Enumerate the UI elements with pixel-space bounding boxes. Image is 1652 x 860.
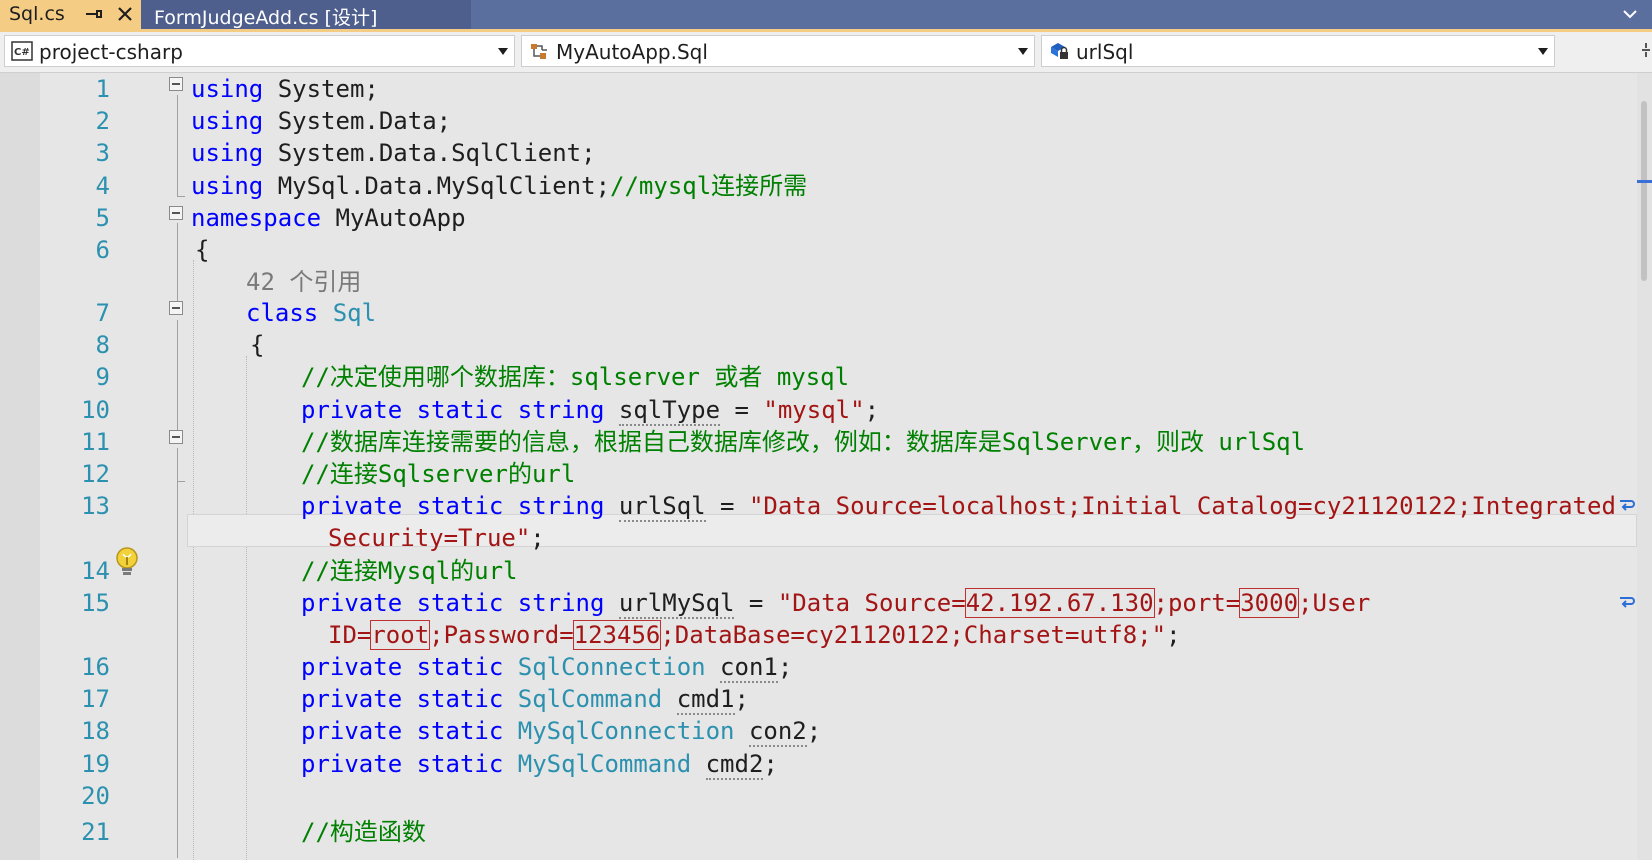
member-name: urlSql xyxy=(1076,40,1134,64)
csharp-project-icon: C# xyxy=(11,41,33,61)
code-line: { xyxy=(195,236,210,264)
tab-formjudgeadd[interactable]: FormJudgeAdd.cs [设计] xyxy=(141,0,471,29)
tab-title: FormJudgeAdd.cs [设计] xyxy=(154,7,378,29)
code-line: private static string urlSql = "Data Sou… xyxy=(301,492,1616,522)
code-text[interactable]: using System; using System.Data; using S… xyxy=(0,73,1652,860)
split-window-icon[interactable] xyxy=(1642,43,1650,57)
highlight-password: 123456 xyxy=(572,620,662,650)
pin-icon[interactable] xyxy=(85,4,103,24)
code-line: //数据库连接需要的信息，根据自己数据库修改，例如：数据库是SqlServer，… xyxy=(301,428,1306,456)
tab-sql-cs[interactable]: Sql.cs xyxy=(0,0,141,29)
close-icon[interactable] xyxy=(116,5,134,23)
code-line: //构造函数 xyxy=(301,818,426,846)
code-line: private static string sqlType = "mysql"; xyxy=(301,396,880,426)
code-line: private static string urlMySql = "Data S… xyxy=(301,588,1371,619)
code-line: using System.Data.SqlClient; xyxy=(191,139,596,167)
document-tab-strip: Sql.cs FormJudgeAdd.cs [设计] xyxy=(0,0,1652,29)
code-line: private static MySqlCommand cmd2; xyxy=(301,750,778,780)
scrollbar-caret-marker xyxy=(1637,180,1652,183)
tab-title: Sql.cs xyxy=(9,3,65,25)
field-lock-icon xyxy=(1051,43,1068,59)
navigation-bar: C# project-csharp MyAutoApp.Sql urlSql xyxy=(0,32,1652,73)
member-dropdown[interactable]: urlSql xyxy=(1041,35,1555,67)
svg-text:C#: C# xyxy=(14,47,30,58)
code-line: using System.Data; xyxy=(191,107,452,135)
code-line: namespace MyAutoApp xyxy=(191,204,466,232)
highlight-ip: 42.192.67.130 xyxy=(964,588,1155,618)
tab-overflow-dropdown-icon[interactable] xyxy=(1622,7,1638,21)
chevron-down-icon xyxy=(1018,48,1028,55)
code-line: { xyxy=(250,331,265,359)
class-icon xyxy=(531,44,547,59)
visual-studio-editor: Sql.cs FormJudgeAdd.cs [设计] C# project-c… xyxy=(0,0,1652,860)
code-line: //决定使用哪个数据库：sqlserver 或者 mysql xyxy=(301,363,850,391)
project-name: project-csharp xyxy=(39,40,183,64)
project-dropdown[interactable]: C# project-csharp xyxy=(4,35,515,67)
type-name: MyAutoApp.Sql xyxy=(556,40,708,64)
code-line: using MySql.Data.MySqlClient;//mysql连接所需 xyxy=(191,172,808,200)
code-line: //连接Sqlserver的url xyxy=(301,460,576,488)
vertical-scrollbar[interactable] xyxy=(1637,73,1652,860)
code-line: private static SqlConnection con1; xyxy=(301,653,793,683)
code-line-wrapped: Security=True"; xyxy=(328,524,545,552)
code-line: using System; xyxy=(191,75,379,103)
code-line: class Sql xyxy=(246,299,377,327)
code-editor[interactable]: 1 2 3 4 5 6 7 8 9 10 11 12 13 14 15 16 1… xyxy=(0,73,1652,860)
chevron-down-icon xyxy=(498,48,508,55)
codelens-references[interactable]: 42 个引用 xyxy=(246,265,361,299)
code-line: private static SqlCommand cmd1; xyxy=(301,685,749,715)
code-line: //连接Mysql的url xyxy=(301,557,518,585)
highlight-user: root xyxy=(370,620,431,650)
type-dropdown[interactable]: MyAutoApp.Sql xyxy=(521,35,1035,67)
highlight-port: 3000 xyxy=(1239,588,1300,618)
chevron-down-icon xyxy=(1538,48,1548,55)
scrollbar-thumb[interactable] xyxy=(1641,101,1647,281)
code-line: private static MySqlConnection con2; xyxy=(301,717,822,747)
code-line-wrapped: ID=root;Password=123456;DataBase=cy21120… xyxy=(328,620,1181,650)
